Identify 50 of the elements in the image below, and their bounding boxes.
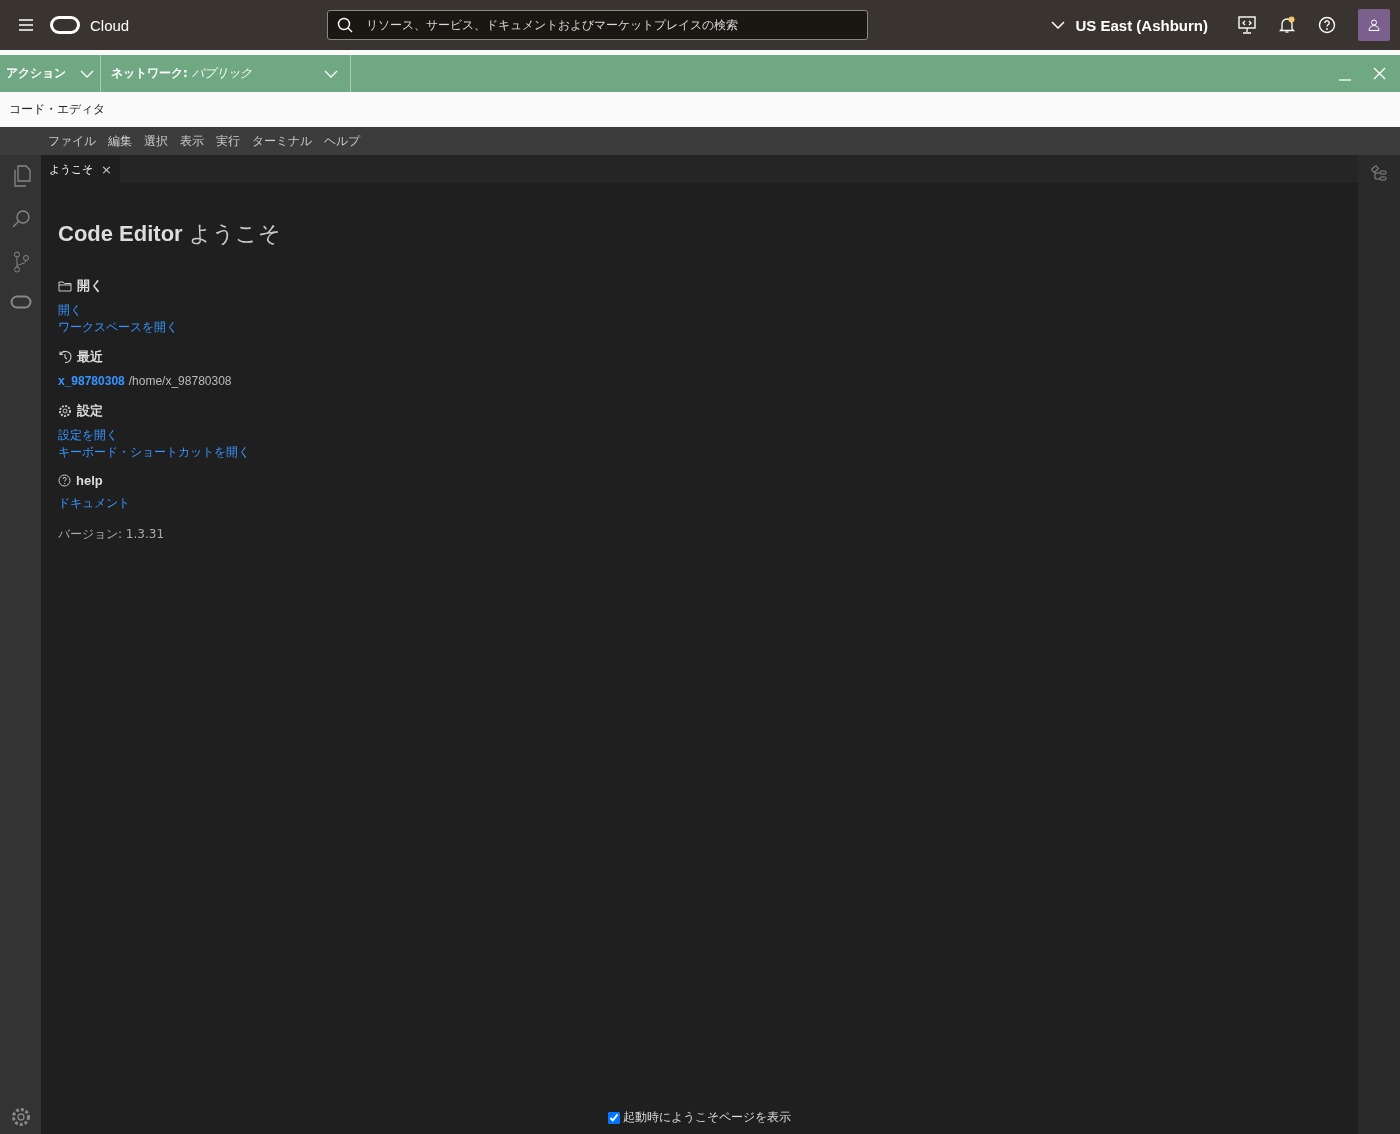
section-heading: help xyxy=(76,473,103,488)
ring-icon[interactable] xyxy=(9,295,32,309)
menu-item[interactable]: ターミナル xyxy=(252,132,312,150)
history-icon xyxy=(58,350,72,364)
search-field[interactable]: リソース、サービス、ドキュメントおよびマーケットプレイスの検索 xyxy=(327,10,869,40)
code-monitor-icon[interactable] xyxy=(1238,16,1256,34)
chevron-down-icon xyxy=(1051,21,1066,29)
help-icon[interactable] xyxy=(1318,16,1336,34)
menu-item[interactable]: 選択 xyxy=(144,132,168,150)
editor-tab[interactable]: ようこそ × xyxy=(41,155,120,183)
gear-icon xyxy=(58,404,72,418)
section-heading: 設定 xyxy=(77,402,103,420)
recent-folder-link[interactable]: x_98780308 xyxy=(58,374,125,388)
welcome-link[interactable]: 設定を開く xyxy=(58,428,118,442)
avatar[interactable] xyxy=(1358,9,1390,41)
menu-icon[interactable] xyxy=(18,18,34,32)
search-icon[interactable] xyxy=(10,209,31,229)
logo-icon xyxy=(50,16,80,34)
menu-item[interactable]: 編集 xyxy=(108,132,132,150)
welcome-link[interactable]: ドキュメント xyxy=(58,496,130,510)
menu-item[interactable]: 表示 xyxy=(180,132,204,150)
minimize-icon xyxy=(1339,78,1351,81)
search-icon xyxy=(337,17,354,33)
region-selector[interactable]: US East (Ashburn) xyxy=(1045,15,1214,35)
menu-item[interactable]: ファイル xyxy=(48,132,96,150)
source-control-icon[interactable] xyxy=(11,251,30,273)
panel-title: コード・エディタ xyxy=(9,101,105,118)
welcome-title: Code Editor ようこそ xyxy=(58,220,282,248)
chevron-down-icon xyxy=(324,69,338,78)
person-icon xyxy=(1368,19,1380,31)
app-title: Cloud xyxy=(90,16,130,34)
layout-icon[interactable] xyxy=(1370,165,1388,183)
folder-path: /home/x_98780308 xyxy=(128,374,232,388)
welcome-link[interactable]: 開く xyxy=(58,303,82,317)
welcome-link[interactable]: ワークスペースを開く xyxy=(58,320,178,334)
folder-icon xyxy=(58,280,72,292)
startup-checkbox[interactable] xyxy=(608,1111,620,1124)
version-text: バージョン: 1.3.31 xyxy=(58,526,166,543)
menu-item[interactable]: ヘルプ xyxy=(324,132,360,150)
bell-icon[interactable] xyxy=(1278,16,1296,34)
section-heading: 開く xyxy=(77,277,103,295)
menu-item[interactable]: 実行 xyxy=(216,132,240,150)
checkbox-label[interactable]: 起動時にようこそページを表示 xyxy=(623,1109,791,1126)
tab-close-button[interactable]: × xyxy=(101,161,112,177)
help-icon xyxy=(58,474,71,487)
close-icon xyxy=(1373,67,1386,80)
welcome-link[interactable]: キーボード・ショートカットを開く xyxy=(58,445,250,459)
gear-icon[interactable] xyxy=(9,1106,32,1128)
section-heading: 最近 xyxy=(77,348,103,366)
chevron-down-icon xyxy=(80,69,94,78)
